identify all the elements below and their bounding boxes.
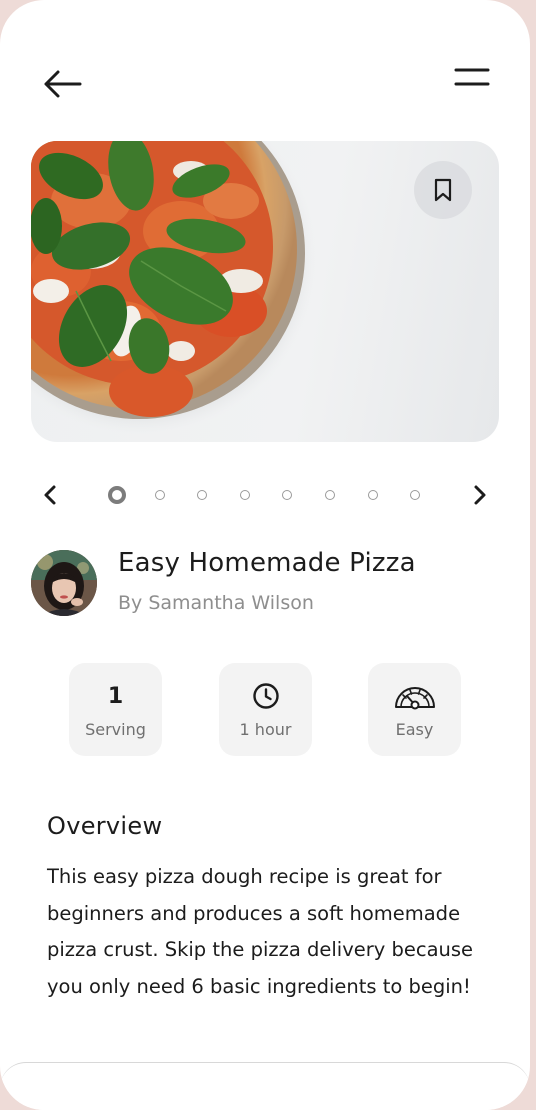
avatar[interactable] — [31, 550, 97, 616]
top-bar — [0, 0, 530, 140]
carousel-dot[interactable] — [410, 490, 421, 500]
servings-label: Serving — [85, 720, 146, 739]
servings-value: 1 — [107, 683, 124, 709]
author-photo — [31, 550, 97, 616]
carousel-dot[interactable] — [197, 490, 208, 500]
recipe-header: Easy Homemade Pizza By Samantha Wilson — [31, 548, 501, 622]
bookmark-icon — [434, 178, 452, 202]
image-carousel-nav — [0, 474, 530, 516]
recipe-image — [31, 141, 499, 442]
arrow-left-icon — [44, 70, 82, 98]
recipe-author[interactable]: By Samantha Wilson — [118, 592, 314, 614]
bookmark-button[interactable] — [414, 161, 472, 219]
servings-chip: 1 Serving — [69, 663, 162, 756]
recipe-title: Easy Homemade Pizza — [118, 548, 416, 578]
time-label: 1 hour — [239, 720, 292, 739]
clock-icon — [252, 683, 279, 709]
carousel-dot[interactable] — [282, 490, 293, 500]
overview-heading: Overview — [47, 812, 163, 840]
carousel-dot[interactable] — [108, 486, 126, 504]
carousel-dot[interactable] — [367, 490, 378, 500]
overview-text: This easy pizza dough recipe is great fo… — [47, 865, 474, 998]
difficulty-chip: Easy — [368, 663, 461, 756]
menu-icon — [454, 68, 490, 86]
back-button[interactable] — [38, 64, 86, 104]
carousel-dot[interactable] — [325, 490, 335, 500]
menu-button[interactable] — [448, 60, 496, 100]
recipe-screen: Easy Homemade Pizza By Samantha Wilson 1… — [0, 0, 530, 1110]
carousel-prev-button[interactable] — [38, 482, 64, 508]
chevron-right-icon — [474, 485, 486, 505]
carousel-next-button[interactable] — [466, 482, 492, 508]
bottom-sheet[interactable] — [0, 1062, 530, 1110]
carousel-dot[interactable] — [239, 490, 250, 500]
difficulty-label: Easy — [395, 720, 434, 739]
time-chip: 1 hour — [219, 663, 312, 756]
carousel-dot[interactable] — [154, 490, 165, 500]
chevron-left-icon — [44, 485, 56, 505]
gauge-icon — [394, 687, 435, 710]
